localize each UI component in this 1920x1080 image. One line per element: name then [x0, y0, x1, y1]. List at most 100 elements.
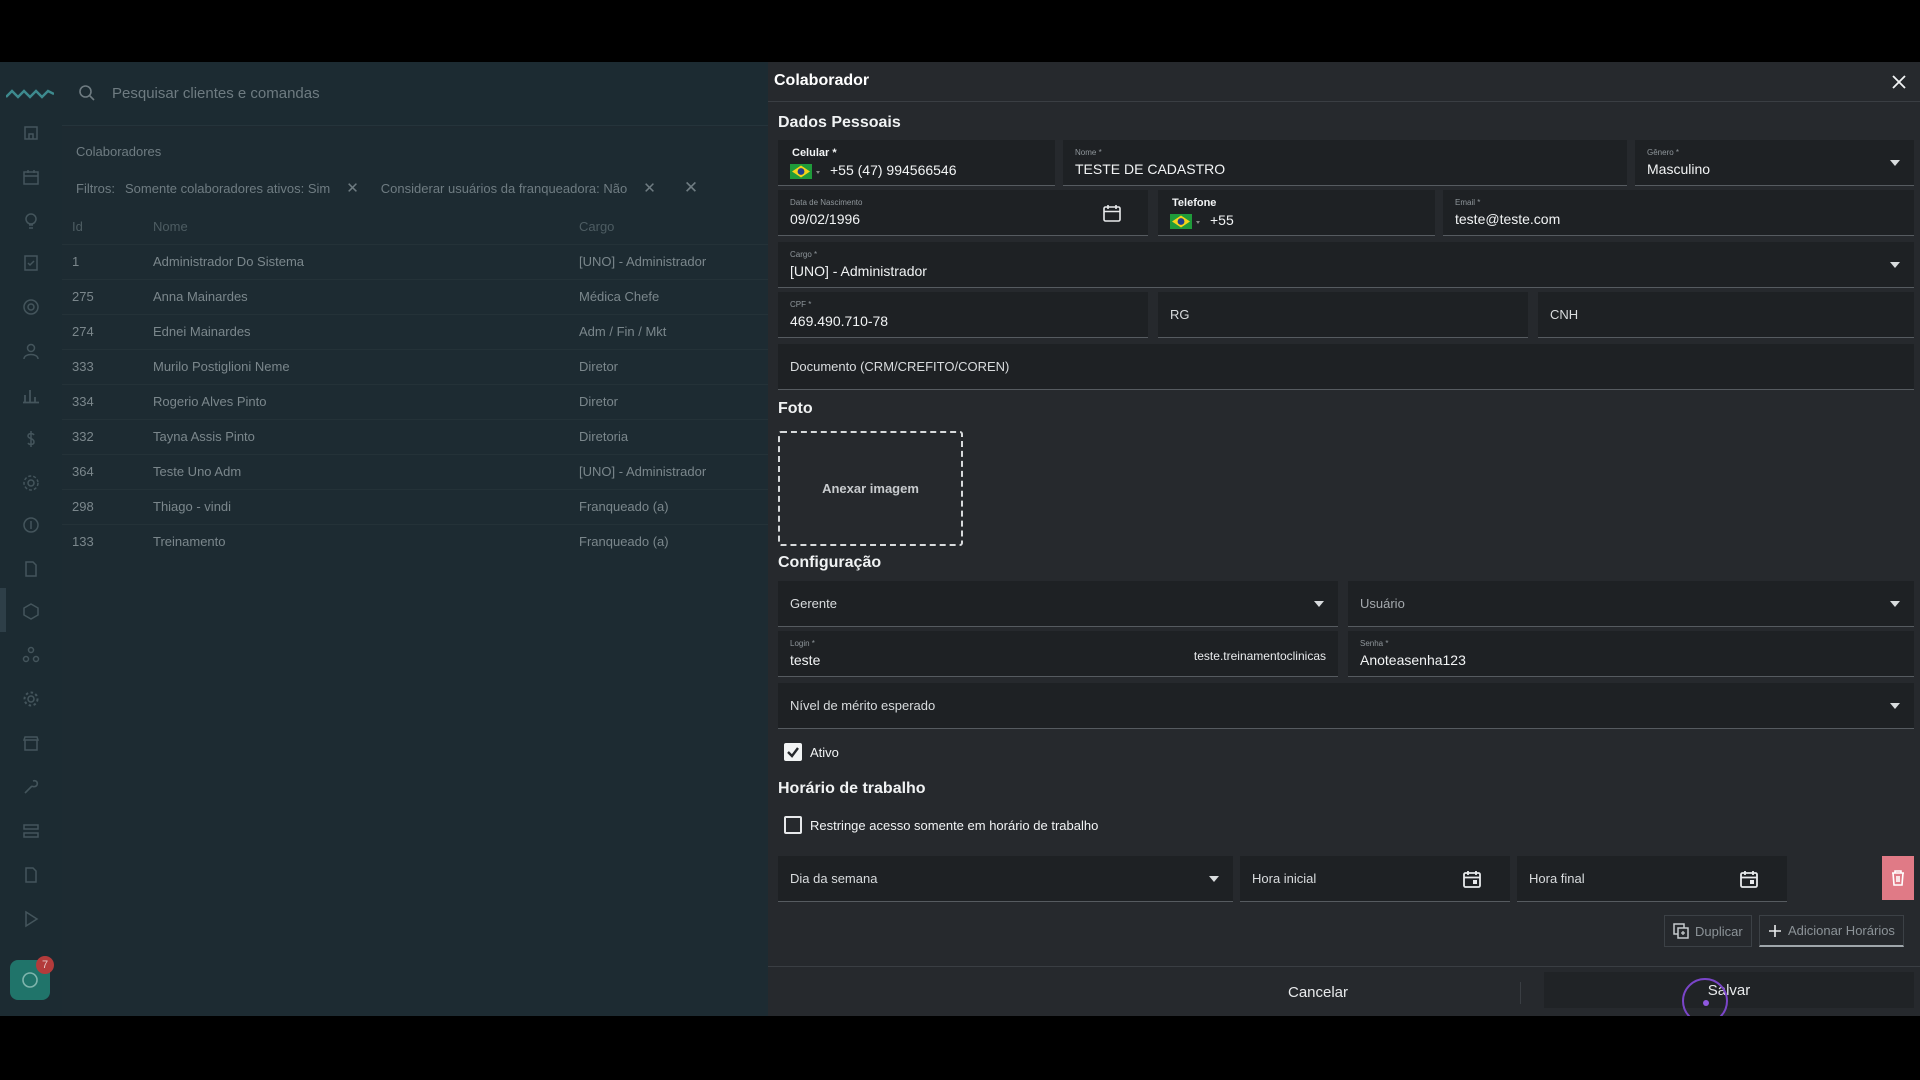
wrench-icon[interactable]: [20, 776, 42, 798]
close-button[interactable]: [1888, 71, 1910, 93]
duplicar-button[interactable]: Duplicar: [1664, 915, 1752, 947]
cpf-field[interactable]: CPF * 469.490.710-78: [778, 292, 1148, 338]
document-icon[interactable]: [20, 558, 42, 580]
cnh-field[interactable]: CNH: [1538, 292, 1914, 338]
cell-nome: Tayna Assis Pinto: [153, 429, 255, 444]
play-icon[interactable]: [20, 908, 42, 930]
calendar-icon[interactable]: [1102, 203, 1122, 223]
nome-field[interactable]: Nome * TESTE DE CADASTRO: [1063, 140, 1627, 186]
calendar-icon[interactable]: [20, 166, 42, 188]
file-icon[interactable]: [20, 864, 42, 886]
chevron-down-icon: [1890, 702, 1900, 709]
table-row[interactable]: 1 Administrador Do Sistema [UNO] - Adminis…: [62, 244, 770, 279]
data-nascimento-field[interactable]: Data de Nascimento 09/02/1996: [778, 190, 1148, 236]
chevron-down-icon: [1890, 261, 1900, 268]
documento-field[interactable]: Documento (CRM/CREFITO/COREN): [778, 344, 1914, 390]
country-caret-icon: [1196, 221, 1200, 224]
restringe-label: Restringe acesso somente em horário de t…: [810, 818, 1099, 833]
telefone-label: Telefone: [1172, 197, 1217, 209]
box-icon[interactable]: [20, 600, 42, 622]
target-icon[interactable]: [20, 296, 42, 318]
calendar-icon[interactable]: [1462, 869, 1482, 889]
filters-label: Filtros:: [76, 180, 115, 196]
rg-placeholder: RG: [1170, 307, 1190, 322]
table-row[interactable]: 274 Ednei Mainardes Adm / Fin / Mkt: [62, 314, 770, 349]
ativo-label: Ativo: [810, 745, 839, 760]
lightbulb-icon[interactable]: [20, 210, 42, 232]
chevron-down-icon: [1890, 600, 1900, 607]
collaborator-modal: Colaborador Dados Pessoais Celular * +55…: [768, 62, 1920, 1016]
remove-filter-icon[interactable]: ✕: [346, 179, 359, 197]
user-icon[interactable]: [20, 340, 42, 362]
dia-semana-placeholder: Dia da semana: [790, 871, 878, 886]
table-row[interactable]: 332 Tayna Assis Pinto Diretoria: [62, 419, 770, 454]
store-icon[interactable]: [20, 732, 42, 754]
senha-field[interactable]: Senha * Anoteasenha123: [1348, 631, 1914, 677]
column-header-cargo[interactable]: Cargo: [579, 212, 614, 242]
table-row[interactable]: 334 Rogerio Alves Pinto Diretor: [62, 384, 770, 419]
cell-id: 334: [72, 394, 94, 409]
adicionar-horarios-button[interactable]: Adicionar Horários: [1759, 915, 1904, 947]
table-row[interactable]: 133 Treinamento Franqueado (a): [62, 524, 770, 559]
hora-final-field[interactable]: Hora final: [1517, 856, 1787, 902]
cell-id: 1: [72, 254, 80, 269]
table-row[interactable]: 333 Murilo Postiglioni Neme Diretor: [62, 349, 770, 384]
celular-field[interactable]: Celular * +55 (47) 994566546: [778, 140, 1055, 186]
cell-cargo: [UNO] - Administrador: [579, 254, 707, 269]
footer-separator: [1520, 982, 1521, 1004]
close-icon: [1892, 75, 1906, 89]
cell-nome: Murilo Postiglioni Neme: [153, 359, 290, 374]
chat-icon: [22, 972, 38, 988]
coin-icon[interactable]: [20, 514, 42, 536]
dollar-icon[interactable]: [20, 428, 42, 450]
brazil-flag-icon[interactable]: [790, 164, 812, 179]
gear-icon[interactable]: [20, 688, 42, 710]
email-field[interactable]: Email * teste@teste.com: [1443, 190, 1914, 236]
network-icon[interactable]: [20, 644, 42, 666]
celular-value: +55 (47) 994566546: [830, 162, 957, 178]
column-header-id[interactable]: Id: [72, 212, 83, 242]
cell-nome: Anna Mainardes: [153, 289, 248, 304]
telefone-field[interactable]: Telefone +55: [1158, 190, 1435, 236]
senha-value: Anoteasenha123: [1360, 652, 1466, 668]
cursor-dot: [1703, 1000, 1709, 1006]
table-row[interactable]: 275 Anna Mainardes Médica Chefe: [62, 279, 770, 314]
table-row[interactable]: 298 Thiago - vindi Franqueado (a): [62, 489, 770, 524]
genero-value: Masculino: [1647, 161, 1711, 177]
merito-select[interactable]: Nível de mérito esperado: [778, 683, 1914, 729]
genero-select[interactable]: Gênero * Masculino: [1635, 140, 1914, 186]
adicionar-horarios-label: Adicionar Horários: [1788, 923, 1895, 938]
table-row[interactable]: 364 Teste Uno Adm [UNO] - Administrador: [62, 454, 770, 489]
save-button[interactable]: Salvar: [1544, 972, 1914, 1008]
clear-filters-icon[interactable]: ✕: [684, 178, 698, 198]
calendar-icon[interactable]: [1739, 869, 1759, 889]
bar-chart-icon[interactable]: [20, 384, 42, 406]
ativo-checkbox[interactable]: [784, 743, 802, 761]
chat-badge: 7: [36, 956, 54, 974]
search-input[interactable]: [112, 80, 712, 106]
hora-inicial-field[interactable]: Hora inicial: [1240, 856, 1510, 902]
column-header-nome[interactable]: Nome: [153, 212, 188, 242]
perfil-select[interactable]: Gerente: [778, 581, 1338, 627]
restringe-checkbox[interactable]: [784, 816, 802, 834]
modal-header: Colaborador: [768, 62, 1920, 102]
dia-semana-select[interactable]: Dia da semana: [778, 856, 1233, 902]
checklist-icon[interactable]: [20, 252, 42, 274]
hora-inicial-placeholder: Hora inicial: [1252, 871, 1317, 886]
hora-final-placeholder: Hora final: [1529, 871, 1585, 886]
cancel-button[interactable]: Cancelar: [1168, 974, 1468, 1010]
delete-schedule-button[interactable]: [1882, 856, 1914, 900]
image-dropzone[interactable]: Anexar imagem: [778, 431, 963, 546]
cell-cargo: [UNO] - Administrador: [579, 464, 707, 479]
email-label: Email *: [1455, 198, 1481, 207]
cargo-select[interactable]: Cargo * [UNO] - Administrador: [778, 242, 1914, 288]
login-field[interactable]: Login * teste teste.treinamentoclinicas: [778, 631, 1338, 677]
remove-filter-icon[interactable]: ✕: [643, 179, 656, 197]
rg-field[interactable]: RG: [1158, 292, 1528, 338]
settings-cog-icon[interactable]: [20, 472, 42, 494]
copy-icon: [1673, 923, 1689, 939]
layers-icon[interactable]: [20, 820, 42, 842]
usuario-select[interactable]: Usuário: [1348, 581, 1914, 627]
home-icon[interactable]: [20, 122, 42, 144]
brazil-flag-icon[interactable]: [1170, 214, 1192, 229]
